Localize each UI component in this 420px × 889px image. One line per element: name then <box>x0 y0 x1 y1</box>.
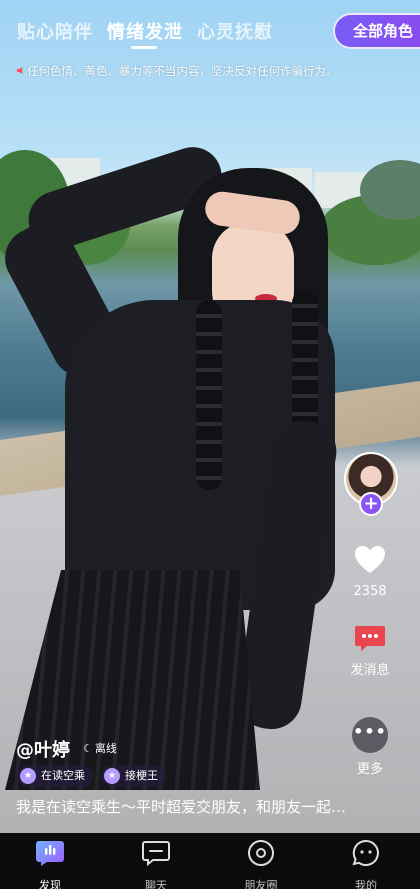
profile-icon <box>352 839 379 866</box>
like-count: 2358 <box>353 584 387 599</box>
tag-label: 接梗王 <box>125 769 158 782</box>
tab-emotion-release[interactable]: 情绪发泄 <box>107 18 183 44</box>
nav-label: 我的 <box>355 879 377 889</box>
tag-badge: ★ 在读空乘 <box>17 765 93 787</box>
tag-label: 在读空乘 <box>41 769 85 782</box>
star-badge-icon: ★ <box>104 768 120 784</box>
nav-moments[interactable]: 朋友圈 <box>226 839 296 889</box>
more-label[interactable]: 更多 <box>340 758 400 777</box>
nav-label: 朋友圈 <box>244 879 278 889</box>
tag-badge: ★ 接梗王 <box>101 765 166 787</box>
character-description[interactable]: 我是在读空乘生～平时超爱交朋友，和朋友一起… <box>16 796 408 817</box>
online-status: ☾ 离线 <box>83 740 117 756</box>
status-text: 离线 <box>94 742 117 755</box>
tab-companion[interactable]: 贴心陪伴 <box>17 18 93 44</box>
discover-icon <box>36 841 64 866</box>
background-photo <box>0 0 420 833</box>
moon-icon: ☾ <box>83 742 93 755</box>
bottom-nav: 发现 聊天 朋友圈 我的 <box>0 833 420 889</box>
moments-icon <box>248 840 274 866</box>
send-message-label[interactable]: 发消息 <box>340 659 400 678</box>
message-icon[interactable] <box>354 624 386 652</box>
nav-label: 聊天 <box>145 879 167 889</box>
plus-icon[interactable]: + <box>359 492 383 516</box>
notice-text: 任何色情、黄色、暴力等不当内容，坚决反对任何诈骗行为。 <box>27 64 338 78</box>
tab-soul-comfort[interactable]: 心灵抚慰 <box>197 18 273 44</box>
heart-icon[interactable] <box>353 543 387 577</box>
nav-label: 发现 <box>39 879 61 889</box>
top-tab-bar: 贴心陪伴 情绪发泄 心灵抚慰 全部角色 <box>0 0 420 58</box>
nav-me[interactable]: 我的 <box>331 839 401 889</box>
notice-banner: 任何色情、黄色、暴力等不当内容，坚决反对任何诈骗行为。 <box>16 63 406 79</box>
star-badge-icon: ★ <box>20 768 36 784</box>
active-tab-indicator <box>131 46 157 49</box>
chat-icon <box>142 841 170 867</box>
more-icon[interactable]: ••• <box>352 717 388 753</box>
speaker-icon <box>16 66 23 75</box>
nav-chat[interactable]: 聊天 <box>121 839 191 889</box>
character-name[interactable]: @叶婷 <box>16 736 70 762</box>
nav-discover[interactable]: 发现 <box>15 839 85 889</box>
all-roles-button[interactable]: 全部角色 <box>333 13 420 49</box>
